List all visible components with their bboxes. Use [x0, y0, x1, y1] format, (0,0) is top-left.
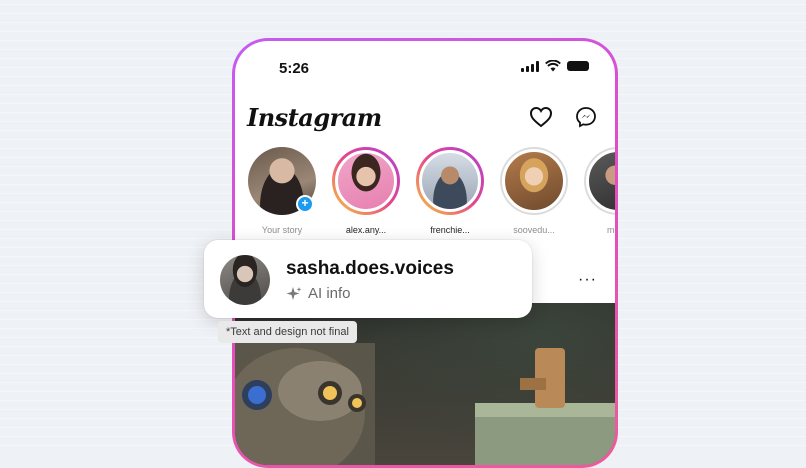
story-ring: [500, 147, 568, 215]
story-label: alex.any...: [345, 225, 387, 235]
stories-row: + Your story alex.any... frenchie... soo…: [247, 147, 615, 235]
sparkle-icon: [286, 286, 302, 300]
story-item-alex[interactable]: alex.any...: [331, 147, 401, 235]
story-item-your-story[interactable]: + Your story: [247, 147, 317, 235]
story-item-soovedu[interactable]: soovedu...: [499, 147, 569, 235]
status-time: 5:26: [279, 60, 310, 77]
wifi-icon: [545, 60, 561, 72]
avatar: [335, 150, 397, 212]
app-header: Instagram: [247, 99, 597, 135]
story-item-mech[interactable]: mech: [583, 147, 615, 235]
battery-icon: [567, 61, 589, 71]
story-ring: [584, 147, 615, 215]
avatar: [220, 255, 270, 305]
more-options-icon[interactable]: ···: [578, 271, 597, 289]
heart-icon[interactable]: [529, 106, 553, 128]
story-label: frenchie...: [430, 225, 470, 235]
ai-info-row[interactable]: AI info: [286, 285, 351, 302]
story-label: soovedu...: [513, 225, 555, 235]
avatar: [419, 150, 481, 212]
messenger-icon[interactable]: [575, 106, 597, 128]
avatar: [586, 149, 615, 213]
ai-info-card[interactable]: sasha.does.voices AI info: [204, 240, 532, 318]
story-ring: [332, 147, 400, 215]
avatar: [502, 149, 566, 213]
story-ring: [416, 147, 484, 215]
username[interactable]: sasha.does.voices: [286, 258, 454, 280]
story-label: mech: [606, 225, 615, 235]
story-ring: +: [248, 147, 316, 215]
ai-info-label: AI info: [308, 285, 351, 302]
instagram-logo[interactable]: Instagram: [247, 103, 382, 132]
signal-icon: [521, 60, 539, 72]
story-item-frenchie[interactable]: frenchie...: [415, 147, 485, 235]
status-icons: [521, 60, 589, 72]
disclaimer-note: *Text and design not final: [218, 321, 357, 343]
add-story-badge[interactable]: +: [296, 195, 314, 213]
story-label: Your story: [261, 225, 303, 235]
